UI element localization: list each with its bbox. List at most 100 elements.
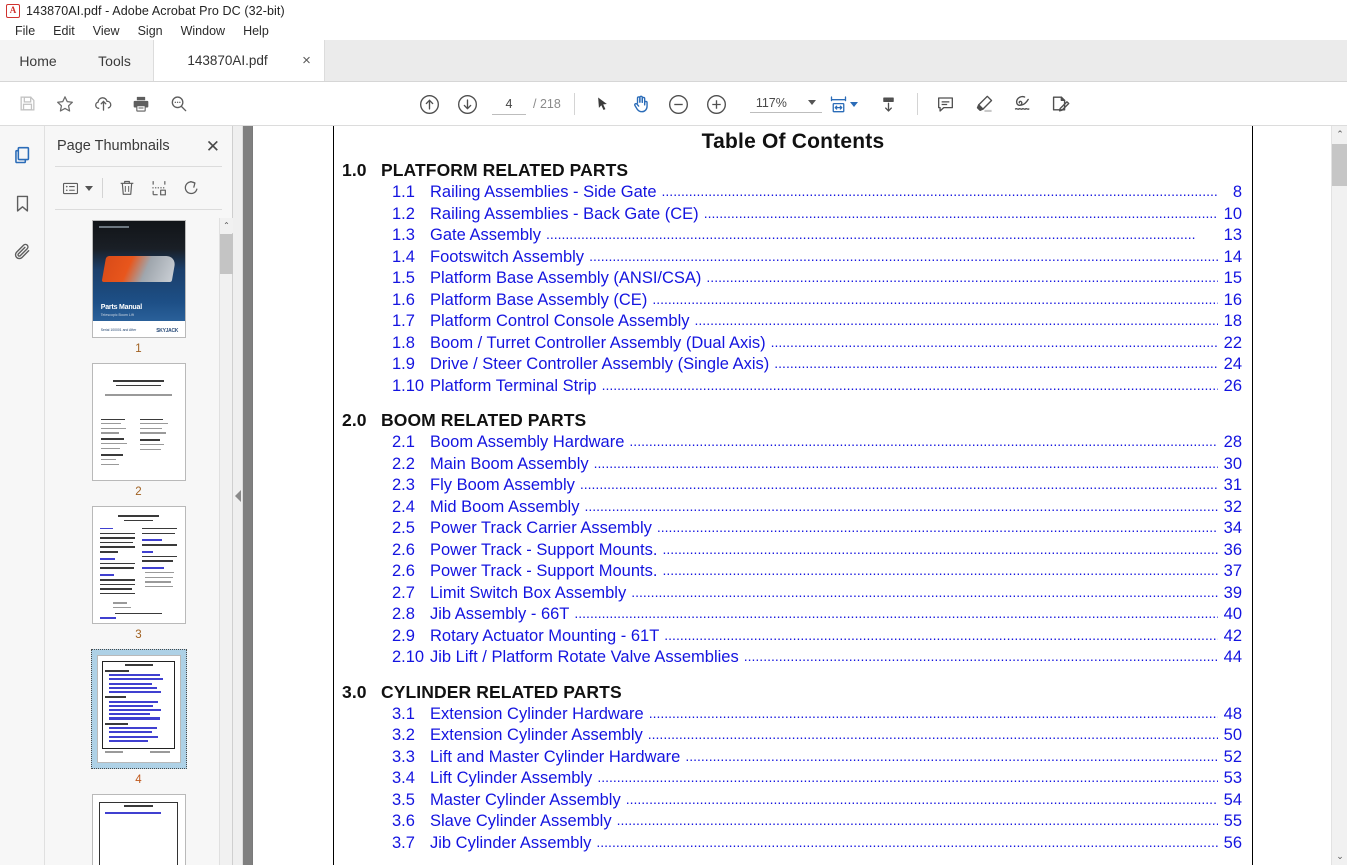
- toc-entry[interactable]: 1.6 Platform Base Assembly (CE) ........…: [342, 290, 1242, 312]
- toc-entry[interactable]: 2.7 Limit Switch Box Assembly ..........…: [342, 583, 1242, 605]
- toc-section-heading: 1.0 PLATFORM RELATED PARTS: [342, 160, 1242, 181]
- document-viewport[interactable]: Table Of Contents 1.0 PLATFORM RELATED P…: [243, 126, 1347, 865]
- toc-entry-number: 1.8: [392, 333, 415, 352]
- menu-file[interactable]: File: [6, 22, 44, 40]
- toc-entry[interactable]: 2.5 Power Track Carrier Assembly .......…: [342, 518, 1242, 540]
- toc-entry[interactable]: 2.10 Jib Lift / Platform Rotate Valve As…: [342, 647, 1242, 669]
- next-page-button[interactable]: [448, 85, 486, 123]
- toc-entry-label: Boom / Turret Controller Assembly (Dual …: [430, 333, 766, 352]
- toc-entry[interactable]: 2.1 Boom Assembly Hardware .............…: [342, 432, 1242, 454]
- highlight-button[interactable]: [965, 85, 1003, 123]
- document-scrollbar[interactable]: ⌃ ⌄: [1331, 126, 1347, 865]
- toc-entry[interactable]: 1.10 Platform Terminal Strip ...........…: [342, 376, 1242, 398]
- save-button[interactable]: [8, 85, 46, 123]
- menu-help[interactable]: Help: [234, 22, 278, 40]
- scroll-down-icon[interactable]: ⌄: [1332, 848, 1347, 865]
- cover-machine-graphic: [101, 255, 176, 282]
- fit-page-dropdown[interactable]: [849, 101, 858, 107]
- thumbnail-page-2[interactable]: 2: [91, 363, 186, 498]
- close-icon[interactable]: ✕: [206, 138, 220, 155]
- chevron-down-icon[interactable]: [85, 185, 93, 191]
- toc-entry[interactable]: 1.8 Boom / Turret Controller Assembly (D…: [342, 333, 1242, 355]
- sidebar-item-page-thumbnails[interactable]: [5, 138, 39, 172]
- menu-view[interactable]: View: [84, 22, 129, 40]
- collapse-panel-icon[interactable]: [234, 489, 241, 502]
- previous-page-button[interactable]: [410, 85, 448, 123]
- thumbnail-page-5[interactable]: 5: [91, 794, 186, 865]
- toc-entry-page: 55: [1223, 812, 1242, 830]
- toc-entry[interactable]: 1.7 Platform Control Console Assembly ..…: [342, 311, 1242, 333]
- toc-entry[interactable]: 3.4 Lift Cylinder Assembly .............…: [342, 768, 1242, 790]
- search-button[interactable]: [160, 85, 198, 123]
- toc-entry[interactable]: 2.6 Power Track - Support Mounts. ......…: [342, 561, 1242, 583]
- comment-button[interactable]: [927, 85, 965, 123]
- toc-entry[interactable]: 3.7 Jib Cylinder Assembly ..............…: [342, 833, 1242, 855]
- thumbnail-page-3[interactable]: 3: [91, 506, 186, 641]
- toc-entry-label: Slave Cylinder Assembly: [430, 812, 612, 830]
- menu-edit[interactable]: Edit: [44, 22, 84, 40]
- sidebar-item-attachments[interactable]: [5, 234, 39, 268]
- toc-entry[interactable]: 3.3 Lift and Master Cylinder Hardware ..…: [342, 747, 1242, 769]
- toc-entry-number: 2.4: [392, 497, 415, 516]
- sign-button[interactable]: [1003, 85, 1041, 123]
- menu-sign[interactable]: Sign: [129, 22, 172, 40]
- panel-splitter[interactable]: [233, 126, 243, 865]
- upload-to-cloud-button[interactable]: [84, 85, 122, 123]
- toc-entry[interactable]: 2.9 Rotary Actuator Mounting - 61T .....…: [342, 626, 1242, 648]
- toc-entry[interactable]: 2.8 Jib Assembly - 66T .................…: [342, 604, 1242, 626]
- scroll-up-icon[interactable]: ⌃: [220, 218, 233, 233]
- hand-tool-button[interactable]: [622, 85, 660, 123]
- toc-entry-page: 34: [1223, 519, 1242, 537]
- menu-window[interactable]: Window: [172, 22, 234, 40]
- thumbnails-scrollbar-thumb[interactable]: [220, 234, 233, 274]
- toc-leader-dots: ........................................…: [625, 790, 1218, 807]
- thumbnails-scroll-area[interactable]: Parts Manual Telescopic Boom Lift Serial…: [45, 210, 232, 865]
- fill-and-sign-button[interactable]: [1041, 85, 1079, 123]
- page-number-input[interactable]: [492, 93, 526, 115]
- thumbnail-options-button[interactable]: [55, 173, 85, 203]
- thumbnail-page-1[interactable]: Parts Manual Telescopic Boom Lift Serial…: [91, 220, 186, 355]
- toc-entry[interactable]: 2.3 Fly Boom Assembly ..................…: [342, 475, 1242, 497]
- select-tool-button[interactable]: [584, 85, 622, 123]
- delete-pages-button[interactable]: [112, 173, 142, 203]
- toc-entry-number: 2.8: [392, 605, 415, 623]
- zoom-out-button[interactable]: [660, 85, 698, 123]
- print-button[interactable]: [122, 85, 160, 123]
- tab-strip: Home Tools 143870AI.pdf ×: [0, 40, 1347, 82]
- zoom-level-dropdown[interactable]: 117%: [749, 96, 822, 113]
- toc-entry[interactable]: 2.6 Power Track - Support Mounts. ......…: [342, 540, 1242, 562]
- toc-entry[interactable]: 2.2 Main Boom Assembly .................…: [342, 454, 1242, 476]
- scroll-up-icon[interactable]: ⌃: [1332, 126, 1347, 143]
- toc-entry[interactable]: 1.4 Footswitch Assembly ................…: [342, 247, 1242, 269]
- tab-document[interactable]: 143870AI.pdf ×: [153, 40, 325, 81]
- add-to-favorites-button[interactable]: [46, 85, 84, 123]
- thumbnails-scrollbar[interactable]: ⌃: [219, 218, 233, 865]
- document-scrollbar-thumb[interactable]: [1332, 144, 1347, 186]
- scroll-mode-button[interactable]: [870, 85, 908, 123]
- toc-entry[interactable]: 3.6 Slave Cylinder Assembly ............…: [342, 811, 1242, 833]
- toc-entry[interactable]: 3.2 Extension Cylinder Assembly ........…: [342, 725, 1242, 747]
- toc-entry[interactable]: 1.9 Drive / Steer Controller Assembly (S…: [342, 354, 1242, 376]
- tab-tools[interactable]: Tools: [76, 40, 153, 81]
- toc-entry[interactable]: 3.1 Extension Cylinder Hardware ........…: [342, 704, 1242, 726]
- toc-entry[interactable]: 2.4 Mid Boom Assembly ..................…: [342, 497, 1242, 519]
- toc-entry-label: Power Track - Support Mounts.: [430, 540, 658, 559]
- extract-pages-button[interactable]: [144, 173, 174, 203]
- toc-entry[interactable]: 1.2 Railing Assemblies - Back Gate (CE) …: [342, 204, 1242, 226]
- thumbnail-image: [91, 506, 186, 624]
- zoom-in-button[interactable]: [698, 85, 736, 123]
- toc-entry[interactable]: 3.5 Master Cylinder Assembly ...........…: [342, 790, 1242, 812]
- thumbnail-page-4[interactable]: 4: [90, 649, 187, 786]
- sidebar-item-bookmarks[interactable]: [5, 186, 39, 220]
- tab-strip-filler: [325, 40, 1347, 81]
- toc-entry-page: 28: [1223, 433, 1242, 451]
- toc-entry[interactable]: 1.1 Railing Assemblies - Side Gate .....…: [342, 182, 1242, 204]
- acrobat-logo-icon: A: [6, 3, 20, 18]
- close-icon[interactable]: ×: [299, 53, 314, 68]
- tab-home[interactable]: Home: [0, 40, 76, 81]
- toc-entry[interactable]: 1.3 Gate Assembly ......................…: [342, 225, 1242, 247]
- toc-entry-page: 26: [1223, 376, 1242, 395]
- toc-leader-dots: ........................................…: [647, 726, 1218, 742]
- toc-entry[interactable]: 1.5 Platform Base Assembly (ANSI/CSA) ..…: [342, 268, 1242, 290]
- rotate-pages-button[interactable]: [176, 173, 206, 203]
